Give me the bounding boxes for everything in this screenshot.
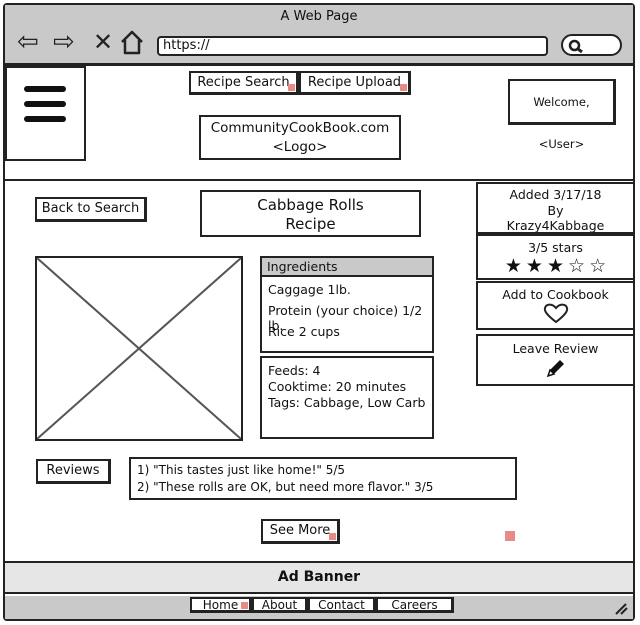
star-empty-icon[interactable]: ☆ bbox=[589, 255, 606, 277]
added-date: Added 3/17/18 bbox=[509, 187, 602, 202]
menu-button[interactable] bbox=[5, 66, 86, 161]
footer-label: Careers bbox=[391, 598, 438, 612]
welcome-label: Welcome, <User> bbox=[533, 95, 590, 151]
search-icon bbox=[568, 39, 583, 53]
footer-label: Contact bbox=[318, 598, 365, 612]
hamburger-icon bbox=[24, 86, 66, 122]
nav-recipe-upload[interactable]: Recipe Upload bbox=[299, 71, 411, 95]
footer-link-about[interactable]: About bbox=[252, 597, 308, 613]
reviews-label-box: Reviews bbox=[36, 459, 111, 484]
review-item: 2) "These rolls are OK, but need more fl… bbox=[137, 479, 434, 494]
review-item: 1) "This tastes just like home!" 5/5 bbox=[137, 463, 346, 477]
star-filled-icon[interactable]: ★ bbox=[505, 255, 522, 277]
rating-text: 3/5 stars bbox=[528, 240, 583, 255]
resize-grip-icon[interactable] bbox=[612, 600, 628, 619]
star-filled-icon[interactable]: ★ bbox=[547, 255, 564, 277]
ingredients-header: Ingredients bbox=[262, 258, 432, 277]
ingredient-item: Caggage 1lb. bbox=[268, 282, 351, 297]
site-name: CommunityCookBook.com bbox=[210, 120, 390, 136]
image-placeholder-icon bbox=[37, 258, 241, 439]
detail-cooktime: Cooktime: 20 minutes bbox=[268, 379, 407, 394]
back-arrow-icon[interactable]: ⇦ bbox=[17, 28, 39, 56]
ingredient-item: Rice 2 cups bbox=[268, 324, 340, 339]
added-info: Added 3/17/18 By Krazy4Kabbage bbox=[476, 182, 635, 234]
add-to-cookbook-button[interactable]: Add to Cookbook bbox=[476, 281, 635, 330]
footer-link-home[interactable]: Home bbox=[190, 597, 252, 613]
detail-tags: Tags: Cabbage, Low Carb bbox=[268, 395, 426, 410]
footer-link-careers[interactable]: Careers bbox=[376, 597, 454, 613]
detail-feeds: Feeds: 4 bbox=[268, 363, 321, 378]
author-name: Krazy4Kabbage bbox=[506, 218, 605, 233]
browser-search-box[interactable] bbox=[561, 34, 622, 56]
see-more-button[interactable]: See More bbox=[261, 519, 340, 544]
ad-banner: Ad Banner bbox=[5, 561, 633, 594]
rating-panel: 3/5 stars ★ ★ ★ ☆ ☆ bbox=[476, 234, 635, 280]
nav-label: Recipe Search bbox=[197, 75, 290, 90]
logo-placeholder: <Logo> bbox=[272, 139, 328, 155]
recipe-title-line2: Recipe bbox=[285, 215, 336, 233]
footer-link-contact[interactable]: Contact bbox=[308, 597, 376, 613]
forward-arrow-icon[interactable]: ⇨ bbox=[53, 28, 75, 56]
added-by: By bbox=[547, 202, 564, 218]
pencil-icon bbox=[546, 360, 564, 378]
back-label: Back to Search bbox=[41, 201, 140, 216]
star-empty-icon[interactable]: ☆ bbox=[568, 255, 585, 277]
star-filled-icon[interactable]: ★ bbox=[526, 255, 543, 277]
link-marker bbox=[505, 531, 515, 541]
back-to-search-button[interactable]: Back to Search bbox=[35, 197, 147, 222]
add-to-cookbook-label: Add to Cookbook bbox=[502, 287, 609, 302]
nav-recipe-search[interactable]: Recipe Search bbox=[189, 71, 299, 95]
home-icon[interactable] bbox=[120, 29, 144, 59]
address-bar[interactable]: https:// bbox=[157, 36, 548, 56]
footer-label: Home bbox=[202, 598, 239, 612]
site-logo: CommunityCookBook.com <Logo> bbox=[199, 115, 401, 160]
recipe-title-line1: Cabbage Rolls bbox=[257, 196, 364, 214]
ingredients-panel: Ingredients Caggage 1lb. Protein (your c… bbox=[260, 256, 434, 353]
footer-label: About bbox=[261, 598, 298, 612]
see-more-label: See More bbox=[269, 523, 331, 538]
recipe-image bbox=[35, 256, 243, 441]
star-rating[interactable]: ★ ★ ★ ☆ ☆ bbox=[478, 256, 633, 276]
heart-icon bbox=[543, 303, 568, 324]
reviews-label: Reviews bbox=[46, 463, 100, 478]
leave-review-label: Leave Review bbox=[512, 341, 599, 356]
recipe-title: Cabbage Rolls Recipe bbox=[200, 190, 421, 237]
close-icon[interactable]: ✕ bbox=[93, 28, 113, 56]
window-title: A Web Page bbox=[280, 9, 358, 24]
reviews-list: 1) "This tastes just like home!" 5/5 2) … bbox=[129, 457, 517, 500]
nav-label: Recipe Upload bbox=[307, 75, 402, 90]
welcome-user[interactable]: Welcome, <User> bbox=[508, 79, 616, 151]
recipe-details-panel: Feeds: 4 Cooktime: 20 minutes Tags: Cabb… bbox=[260, 356, 434, 439]
leave-review-button[interactable]: Leave Review bbox=[476, 334, 635, 386]
